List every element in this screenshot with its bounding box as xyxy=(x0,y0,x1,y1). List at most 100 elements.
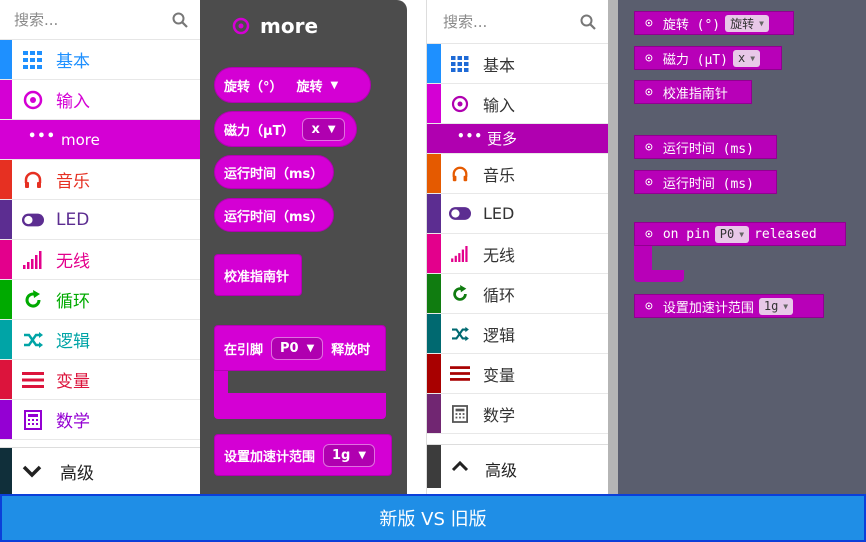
block-label: 设置加速计范围 xyxy=(224,449,316,465)
category-color-bar xyxy=(0,400,12,439)
category-label: 音乐 xyxy=(483,165,516,185)
category-input[interactable]: 输入 xyxy=(0,80,200,120)
headphones-icon xyxy=(449,163,471,185)
category-label: 循环 xyxy=(56,292,90,312)
target-icon xyxy=(232,17,250,35)
category-label: 基本 xyxy=(56,52,90,72)
search-input[interactable]: 搜索... xyxy=(14,9,172,30)
category-variables[interactable]: 变量 xyxy=(0,360,200,400)
calibrate-compass-block[interactable]: ⊙ 校准指南针 xyxy=(634,80,752,104)
category-label: 更多 xyxy=(487,130,518,148)
search-icon[interactable] xyxy=(580,14,596,30)
pin-block-top: ⊙ on pin P0 ▼ released xyxy=(634,222,846,246)
category-basic[interactable]: 基本 xyxy=(427,44,608,84)
accel-range-block[interactable]: ⊙ 设置加速计范围 1g ▼ xyxy=(634,294,824,318)
pin-block-bottom xyxy=(634,270,684,282)
category-basic[interactable]: 基本 xyxy=(0,40,200,80)
banner-text: 新版 VS 旧版 xyxy=(379,509,487,530)
more-dots-icon: ••• xyxy=(457,129,484,143)
target-icon: ⊙ xyxy=(645,84,653,100)
accel-dropdown[interactable]: 1g ▼ xyxy=(758,297,794,315)
search-box[interactable]: 搜索... xyxy=(0,0,200,40)
category-music[interactable]: 音乐 xyxy=(427,154,608,194)
category-color-bar xyxy=(0,200,12,239)
runtime-block-1[interactable]: 运行时间（ms） xyxy=(214,155,334,189)
runtime-block-1[interactable]: ⊙ 运行时间 (ms) xyxy=(634,135,777,159)
advanced-label: 高级 xyxy=(485,461,518,480)
category-label: 音乐 xyxy=(56,172,90,192)
block-label: on pin xyxy=(662,226,710,242)
category-loops[interactable]: 循环 xyxy=(0,280,200,320)
dropdown-arrow-icon: ▼ xyxy=(759,18,764,28)
rotation-block[interactable]: 旋转（°） 旋转 ▼ xyxy=(214,67,371,103)
runtime-block-2[interactable]: 运行时间（ms） xyxy=(214,198,334,232)
category-more[interactable]: ••• 更多 xyxy=(427,124,608,154)
scrollbar[interactable] xyxy=(608,0,618,494)
block-label: 运行时间（ms） xyxy=(224,209,324,225)
rotation-dropdown[interactable]: 旋转 ▼ xyxy=(725,14,769,32)
block-label: 校准指南针 xyxy=(224,269,290,285)
category-math[interactable]: 数学 xyxy=(0,400,200,440)
block-label: 运行时间 (ms) xyxy=(662,176,754,192)
comparison-banner: 新版 VS 旧版 xyxy=(0,494,866,542)
old-flyout: ⊙ 旋转 (°) 旋转 ▼ ⊙ 磁力 (µT) x ▼ ⊙ 校准指南针 ⊙ 运行时间… xyxy=(618,0,866,494)
block-label: 磁力（µT） xyxy=(224,123,295,139)
category-input[interactable]: 输入 xyxy=(427,84,608,124)
category-radio[interactable]: 无线 xyxy=(427,234,608,274)
category-label: 基本 xyxy=(483,55,516,75)
new-flyout: more 旋转（°） 旋转 ▼ 磁力（µT） x ▼ 运行时间（ms） 运行时间（m… xyxy=(200,0,407,494)
category-color-bar xyxy=(427,274,441,313)
grid-icon xyxy=(449,53,471,75)
search-box[interactable]: 搜索... xyxy=(427,0,608,44)
category-loops[interactable]: 循环 xyxy=(427,274,608,314)
category-color-bar xyxy=(0,80,12,119)
dropdown-arrow-icon: ▼ xyxy=(306,342,315,354)
search-input[interactable]: 搜索... xyxy=(443,11,580,32)
signal-bars-icon xyxy=(22,249,44,271)
toggle-icon xyxy=(449,203,471,225)
magnetic-block[interactable]: ⊙ 磁力 (µT) x ▼ xyxy=(634,46,782,70)
magnetic-dropdown[interactable]: x ▼ xyxy=(302,117,345,141)
target-icon: ⊙ xyxy=(645,226,653,242)
category-color-bar xyxy=(427,234,441,273)
dropdown-value: 旋转 xyxy=(730,16,755,31)
category-variables[interactable]: 变量 xyxy=(427,354,608,394)
block-label: 释放时 xyxy=(331,342,371,358)
dropdown-arrow-icon: ▼ xyxy=(750,53,756,63)
rotation-block[interactable]: ⊙ 旋转 (°) 旋转 ▼ xyxy=(634,11,794,35)
category-led[interactable]: LED xyxy=(0,200,200,240)
category-label: more xyxy=(61,130,100,149)
accel-dropdown[interactable]: 1g ▼ xyxy=(323,443,376,467)
pin-released-block[interactable]: 在引脚 P0 ▼ 释放时 xyxy=(214,325,386,419)
chevron-down-icon xyxy=(22,465,42,478)
category-label: 变量 xyxy=(56,372,90,392)
pin-dropdown[interactable]: P0 ▼ xyxy=(714,225,750,243)
pin-released-block[interactable]: ⊙ on pin P0 ▼ released xyxy=(634,222,846,282)
category-music[interactable]: 音乐 xyxy=(0,160,200,200)
category-color-bar xyxy=(427,314,441,353)
category-logic[interactable]: 逻辑 xyxy=(0,320,200,360)
category-more[interactable]: ••• more xyxy=(0,120,200,160)
lines-icon xyxy=(22,369,44,391)
calibrate-compass-block[interactable]: 校准指南针 xyxy=(214,254,302,296)
target-icon: ⊙ xyxy=(645,174,653,190)
target-icon xyxy=(449,93,471,115)
lines-icon xyxy=(449,363,471,385)
category-math[interactable]: 数学 xyxy=(427,394,608,434)
category-advanced[interactable]: 高级 xyxy=(0,447,200,494)
runtime-block-2[interactable]: ⊙ 运行时间 (ms) xyxy=(634,170,777,194)
search-icon[interactable] xyxy=(172,12,188,28)
category-color-bar xyxy=(427,154,441,193)
rotation-dropdown[interactable]: 旋转 ▼ xyxy=(297,76,339,95)
pin-dropdown[interactable]: P0 ▼ xyxy=(271,336,324,360)
magnetic-dropdown[interactable]: x ▼ xyxy=(732,49,761,67)
accel-range-block[interactable]: 设置加速计范围 1g ▼ xyxy=(214,434,392,476)
category-label: 数学 xyxy=(56,412,90,432)
dropdown-value: P0 xyxy=(280,340,299,356)
category-logic[interactable]: 逻辑 xyxy=(427,314,608,354)
category-radio[interactable]: 无线 xyxy=(0,240,200,280)
category-advanced[interactable]: 高级 xyxy=(427,444,609,488)
magnetic-block[interactable]: 磁力（µT） x ▼ xyxy=(214,111,357,147)
dropdown-arrow-icon: ▼ xyxy=(327,123,336,135)
category-led[interactable]: LED xyxy=(427,194,608,234)
